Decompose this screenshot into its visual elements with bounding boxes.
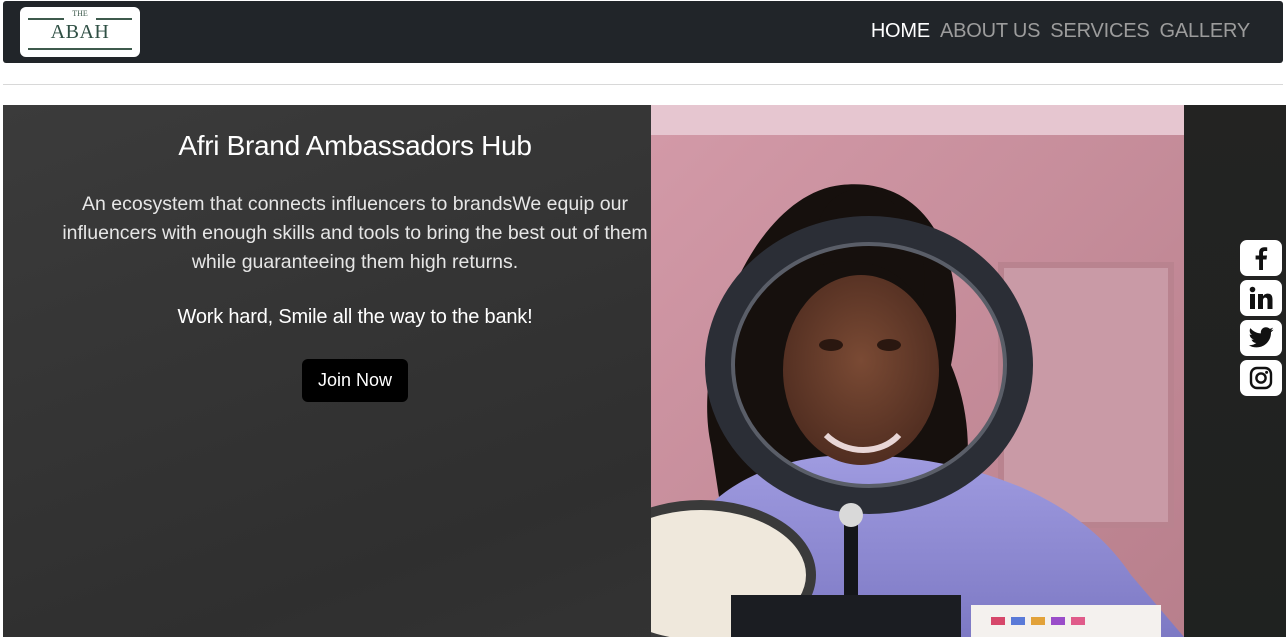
social-sidebar [1239,239,1283,399]
twitter-button[interactable] [1239,319,1283,357]
facebook-icon [1255,247,1268,270]
instagram-button[interactable] [1239,359,1283,397]
nav-gallery[interactable]: GALLERY [1159,20,1250,43]
facebook-button[interactable] [1239,239,1283,277]
influencer-ring-light-photo [651,105,1184,637]
navbar: THE ABAH HOME ABOUT US SERVICES GALLERY [3,1,1283,63]
hero-photo [651,105,1184,637]
logo-name: ABAH [50,21,110,43]
join-now-button[interactable]: Join Now [301,359,409,402]
logo-rule [28,18,64,20]
instagram-icon [1249,366,1273,390]
logo-rule [28,48,132,50]
twitter-icon [1248,327,1274,348]
page: THE ABAH HOME ABOUT US SERVICES GALLERY … [0,0,1286,637]
hero-tagline: Work hard, Smile all the way to the bank… [177,306,533,328]
nav-home[interactable]: HOME [871,20,930,43]
linkedin-icon [1249,286,1273,309]
hero-title: Afri Brand Ambassadors Hub [178,130,532,161]
nav-services[interactable]: SERVICES [1050,20,1149,43]
logo[interactable]: THE ABAH [20,7,140,57]
hero-description: An ecosystem that connects influencers t… [62,193,648,273]
linkedin-button[interactable] [1239,279,1283,317]
nav-about-us[interactable]: ABOUT US [940,20,1040,43]
logo-small-text: THE [72,9,88,18]
header-spacer [3,63,1283,85]
logo-rule [96,18,132,20]
main-nav: HOME ABOUT US SERVICES GALLERY [871,20,1250,43]
hero-text: Afri Brand Ambassadors Hub An ecosystem … [60,130,650,402]
